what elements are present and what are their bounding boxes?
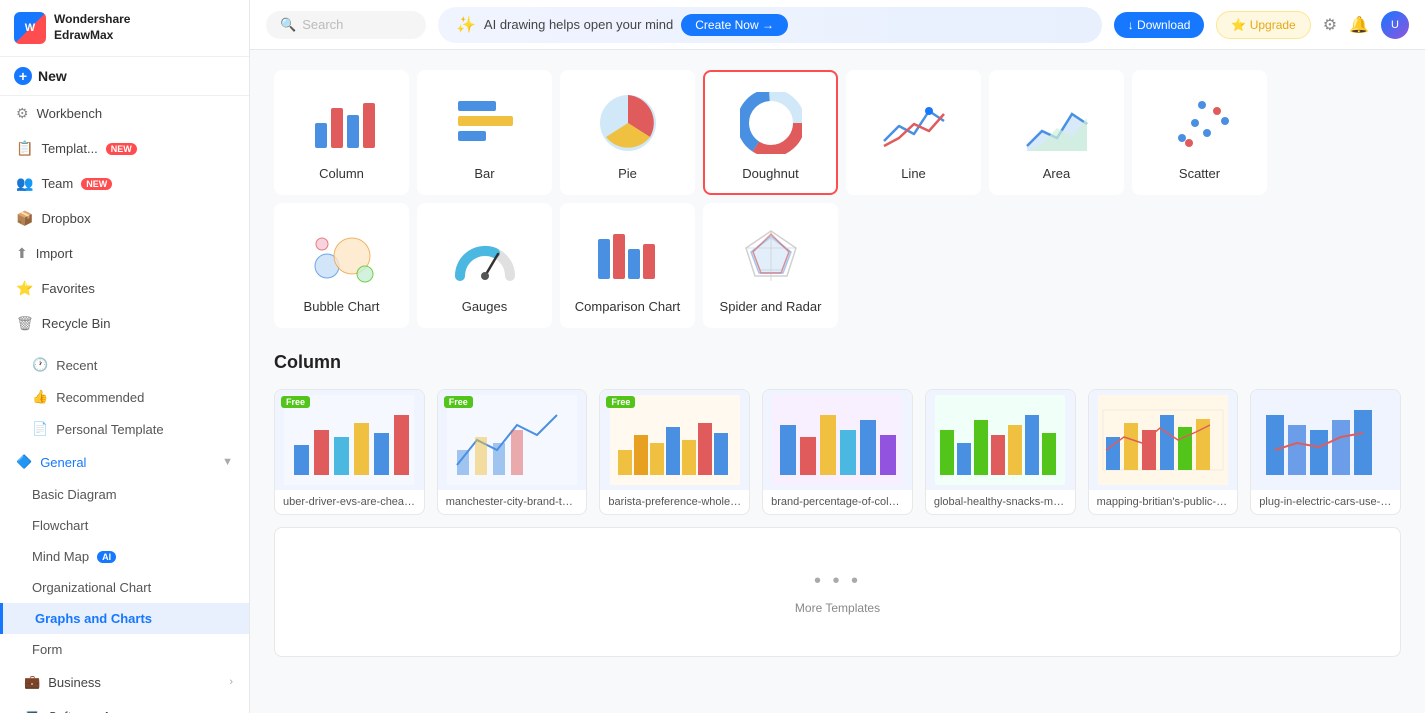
import-icon: ⬆: [16, 245, 28, 262]
ai-icon: ✨: [456, 15, 476, 35]
sidebar-item-orgchart[interactable]: Organizational Chart: [0, 572, 249, 603]
sidebar-item-flowchart[interactable]: Flowchart: [0, 510, 249, 541]
download-button[interactable]: ↓ Download: [1114, 12, 1205, 38]
section-title: Column: [274, 352, 1401, 373]
main-area: 🔍 Search ✨ AI drawing helps open your mi…: [250, 0, 1425, 713]
notifications-icon[interactable]: 🔔: [1349, 15, 1369, 35]
upgrade-button[interactable]: ⭐ Upgrade: [1216, 11, 1310, 39]
plus-icon: +: [14, 67, 32, 85]
settings-icon[interactable]: ⚙: [1323, 15, 1337, 35]
more-templates-card[interactable]: • • • More Templates: [274, 527, 1401, 657]
template-preview-5: [935, 395, 1065, 485]
recommended-icon: 👍: [32, 389, 48, 405]
logo-area: W Wondershare EdrawMax: [0, 0, 249, 57]
more-dots-icon: • • •: [814, 570, 861, 593]
template-card-4[interactable]: brand-percentage-of-cola-v-...: [762, 389, 913, 515]
comparison-chart-svg: [593, 229, 663, 284]
chart-type-area[interactable]: Area: [989, 70, 1124, 195]
template-card-5[interactable]: global-healthy-snacks-mark-...: [925, 389, 1076, 515]
sidebar-item-form[interactable]: Form: [0, 634, 249, 665]
chart-type-grid: Column Bar: [274, 70, 1401, 328]
chart-type-comparison[interactable]: Comparison Chart: [560, 203, 695, 328]
sidebar-item-recommended[interactable]: 👍 Recommended: [0, 381, 249, 413]
general-icon: 🔷: [16, 454, 32, 470]
content-area: Column Bar: [250, 50, 1425, 713]
template-grid: Free uber-driver-evs-are-cheaper-...: [274, 389, 1401, 515]
new-button[interactable]: + New: [0, 57, 249, 96]
sidebar-item-basic[interactable]: Basic Diagram: [0, 479, 249, 510]
template-card-6[interactable]: mapping-britian's-public-fin-...: [1088, 389, 1239, 515]
software-icon: 💻: [24, 708, 40, 713]
area-chart-svg: [1022, 96, 1092, 151]
recent-icon: 🕐: [32, 357, 48, 373]
sidebar-item-team[interactable]: 👥 Team NEW: [0, 166, 249, 201]
template-preview-6: [1098, 395, 1228, 485]
sidebar-item-favorites[interactable]: ⭐ Favorites: [0, 271, 249, 306]
template-preview-7: [1261, 395, 1391, 485]
sidebar-item-mindmap[interactable]: Mind Map AI: [0, 541, 249, 572]
app-logo-icon: W: [14, 12, 46, 44]
sidebar-item-general[interactable]: 🔷 General ▼: [0, 445, 249, 479]
template-preview-2: [447, 395, 577, 485]
chart-type-scatter[interactable]: Scatter: [1132, 70, 1267, 195]
team-icon: 👥: [16, 175, 33, 192]
recycle-icon: 🗑: [16, 315, 34, 332]
template-card-3[interactable]: Free barista-preference-whole-m-...: [599, 389, 750, 515]
sidebar-item-workbench[interactable]: ⚙ Workbench: [0, 96, 249, 131]
template-preview-1: [284, 395, 414, 485]
sidebar-item-recent[interactable]: 🕐 Recent: [0, 349, 249, 381]
doughnut-chart-svg: [740, 92, 802, 154]
column-chart-svg: [307, 93, 377, 153]
chevron-right-icon: ›: [229, 676, 233, 688]
scatter-chart-svg: [1167, 93, 1232, 153]
template-card-1[interactable]: Free uber-driver-evs-are-cheaper-...: [274, 389, 425, 515]
templates-icon: 📋: [16, 140, 33, 157]
sidebar-item-recycle[interactable]: 🗑 Recycle Bin: [0, 306, 249, 341]
pie-chart-svg: [598, 93, 658, 153]
topbar: 🔍 Search ✨ AI drawing helps open your mi…: [250, 0, 1425, 50]
topbar-right: ↓ Download ⭐ Upgrade ⚙ 🔔 U: [1114, 11, 1409, 39]
chart-type-bubble[interactable]: Bubble Chart: [274, 203, 409, 328]
sidebar-item-software[interactable]: 💻 Software An... ›: [0, 699, 249, 713]
template-preview-4: [772, 395, 902, 485]
chart-type-bar[interactable]: Bar: [417, 70, 552, 195]
workbench-icon: ⚙: [16, 105, 29, 122]
chevron-down-icon: ▼: [222, 456, 233, 468]
sidebar-item-business[interactable]: 💼 Business ›: [0, 665, 249, 699]
bubble-chart-svg: [307, 226, 377, 286]
sidebar-item-templates[interactable]: 📋 Templat... NEW: [0, 131, 249, 166]
template-preview-3: [610, 395, 740, 485]
template-card-7[interactable]: plug-in-electric-cars-use-in-...: [1250, 389, 1401, 515]
sidebar-item-personal[interactable]: 📄 Personal Template: [0, 413, 249, 445]
favorites-icon: ⭐: [16, 280, 33, 297]
sidebar-item-dropbox[interactable]: 📦 Dropbox: [0, 201, 249, 236]
sidebar: W Wondershare EdrawMax + New ⚙ Workbench…: [0, 0, 250, 713]
business-icon: 💼: [24, 674, 40, 690]
dropbox-icon: 📦: [16, 210, 33, 227]
spider-chart-svg: [741, 226, 801, 286]
bar-chart-svg: [450, 96, 520, 151]
avatar[interactable]: U: [1381, 11, 1409, 39]
chart-type-spider[interactable]: Spider and Radar: [703, 203, 838, 328]
chart-type-column[interactable]: Column: [274, 70, 409, 195]
gauges-chart-svg: [450, 226, 520, 286]
search-box[interactable]: 🔍 Search: [266, 11, 426, 39]
search-icon: 🔍: [280, 17, 296, 33]
chart-type-doughnut[interactable]: Doughnut: [703, 70, 838, 195]
create-now-button[interactable]: Create Now →: [681, 14, 788, 36]
ai-banner: ✨ AI drawing helps open your mind Create…: [438, 7, 1102, 43]
line-chart-svg: [879, 96, 949, 151]
chart-type-pie[interactable]: Pie: [560, 70, 695, 195]
sidebar-item-import[interactable]: ⬆ Import: [0, 236, 249, 271]
chart-type-gauges[interactable]: Gauges: [417, 203, 552, 328]
sidebar-item-graphs[interactable]: Graphs and Charts: [0, 603, 249, 634]
template-card-2[interactable]: Free manchester-city-brand-tea-...: [437, 389, 588, 515]
app-name: Wondershare EdrawMax: [54, 12, 130, 43]
personal-icon: 📄: [32, 421, 48, 437]
chart-type-line[interactable]: Line: [846, 70, 981, 195]
